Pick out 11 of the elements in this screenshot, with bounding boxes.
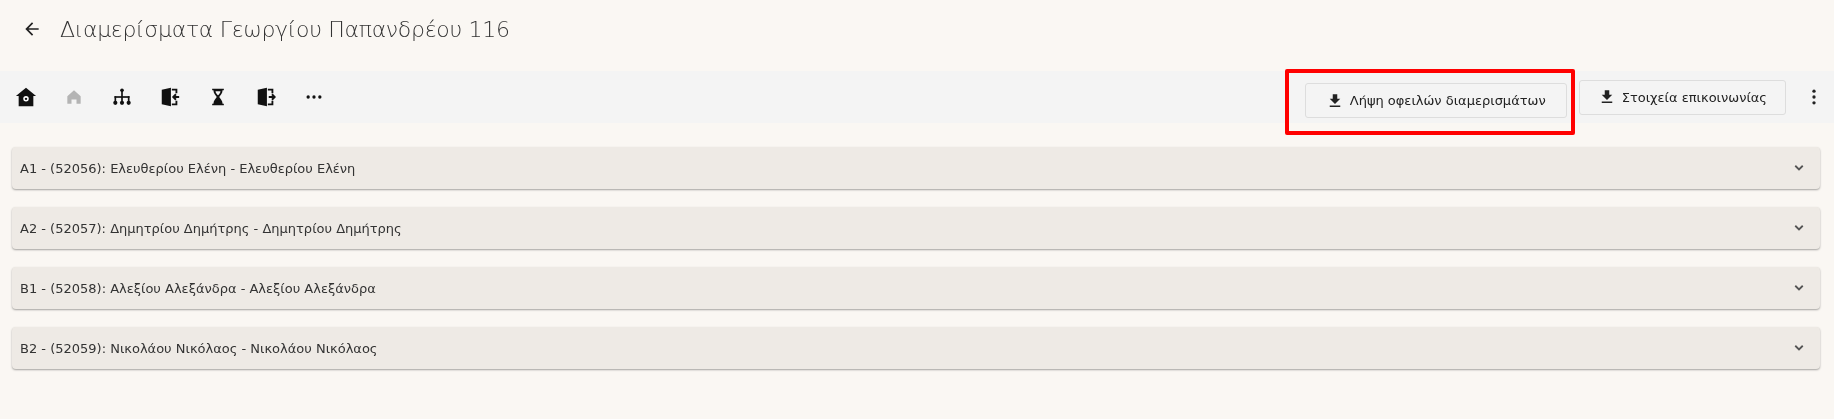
apartment-row[interactable]: B2 - (52059): Νικολάου Νικόλαος - Νικολάου Νικόλαος (12, 327, 1820, 369)
apartment-row[interactable]: A2 - (52057): Δημητρίου Δημήτρης - Δημητρίου Δημήτρης (12, 207, 1820, 249)
page-title: Διαμερίσματα Γεωργίου Παπανδρέου 116 (60, 16, 510, 42)
apartment-label: A2 - (52057): Δημητρίου Δημήτρης - Δημητρίου Δημήτρης (20, 220, 402, 236)
apartment-label: B2 - (52059): Νικολάου Νικόλαος - Νικολάου Νικόλαος (20, 340, 378, 356)
apartment-row[interactable]: B1 - (52058): Αλεξίου Αλεξάνδρα - Αλεξίου Αλεξάνδρα (12, 267, 1820, 309)
download-button[interactable]: Λήψη οφειλών διαμερισμάτων (1304, 83, 1567, 118)
apartment-label: B1 - (52058): Αλεξίου Αλεξάνδρα - Αλεξίου Αλεξάνδρα (20, 280, 376, 296)
download-button[interactable]: Στοιχεία επικοινωνίας (1578, 79, 1786, 115)
apartment-row[interactable]: A1 - (52056): Ελευθερίου Ελένη - Ελευθερίου Ελένη (12, 147, 1820, 189)
apartment-label: A1 - (52056): Ελευθερίου Ελένη - Ελευθερίου Ελένη (20, 160, 356, 176)
